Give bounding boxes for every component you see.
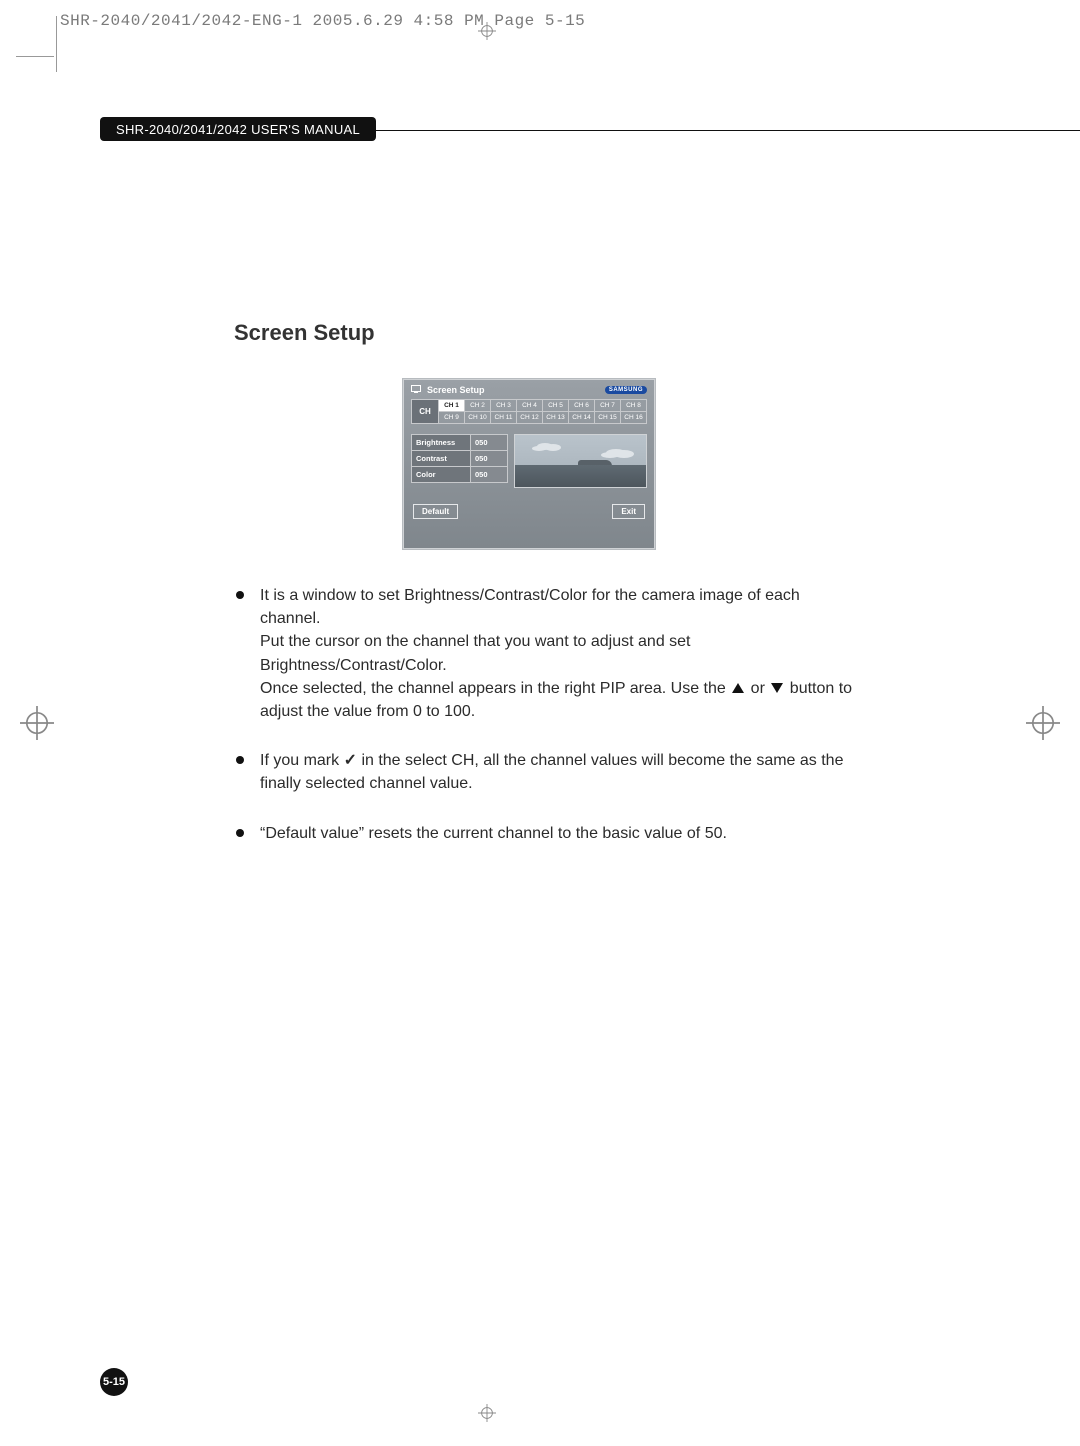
channel-cell[interactable]: CH 5 [543, 399, 569, 411]
section-heading: Screen Setup [234, 320, 375, 346]
default-button[interactable]: Default [413, 504, 458, 519]
text: or [751, 680, 770, 697]
channel-cell[interactable]: CH 6 [569, 399, 595, 411]
text: “Default value” resets the current chann… [260, 825, 727, 842]
param-label: Brightness [411, 434, 471, 451]
print-meta-header: SHR-2040/2041/2042-ENG-1 2005.6.29 4:58 … [60, 12, 585, 30]
channel-cell[interactable]: CH 3 [491, 399, 517, 411]
osd-title: Screen Setup [411, 385, 485, 395]
osd-screenshot: Screen Setup SAMSUNG CH CH 1 CH 2 CH 3 C… [402, 378, 656, 550]
param-label: Contrast [411, 451, 471, 467]
text: Put the cursor on the channel that you w… [260, 633, 691, 673]
monitor-icon [411, 385, 421, 395]
page-number-badge: 5-15 [100, 1368, 128, 1396]
channel-cell[interactable]: CH 10 [465, 411, 491, 424]
registration-mark-icon [478, 1404, 496, 1422]
registration-mark-icon [478, 22, 496, 40]
text: It is a window to set Brightness/Contras… [260, 587, 800, 627]
channel-cell[interactable]: CH 12 [517, 411, 543, 424]
text: Once selected, the channel appears in th… [260, 680, 730, 697]
channel-cell[interactable]: CH 11 [491, 411, 517, 424]
manual-title-pill: SHR-2040/2041/2042 USER'S MANUAL [100, 117, 376, 141]
trim-mark [56, 16, 57, 72]
osd-title-text: Screen Setup [427, 385, 485, 395]
channel-cell[interactable]: CH 4 [517, 399, 543, 411]
exit-button[interactable]: Exit [612, 504, 645, 519]
registration-mark-icon [20, 706, 54, 740]
brand-logo: SAMSUNG [605, 386, 647, 394]
param-label: Color [411, 467, 471, 483]
param-value[interactable]: 050 [471, 451, 508, 467]
channel-cell[interactable]: CH 16 [621, 411, 647, 424]
channel-cell[interactable]: CH 9 [439, 411, 465, 424]
channel-grid: CH 1 CH 2 CH 3 CH 4 CH 5 CH 6 CH 7 CH 8 … [439, 399, 647, 424]
param-value[interactable]: 050 [471, 434, 508, 451]
list-item: If you mark ✓ in the select CH, all the … [234, 749, 856, 795]
param-value[interactable]: 050 [471, 467, 508, 483]
registration-mark-icon [1026, 706, 1060, 740]
down-arrow-icon [771, 683, 783, 693]
ch-label: CH [411, 399, 439, 424]
text: If you mark [260, 752, 344, 769]
channel-cell[interactable]: CH 15 [595, 411, 621, 424]
channel-cell[interactable]: CH 1 [439, 399, 465, 411]
channel-cell[interactable]: CH 8 [621, 399, 647, 411]
header-rule: SHR-2040/2041/2042 USER'S MANUAL [100, 130, 1080, 153]
channel-cell[interactable]: CH 2 [465, 399, 491, 411]
body-text: It is a window to set Brightness/Contras… [234, 584, 856, 871]
pip-preview [514, 434, 647, 488]
list-item: “Default value” resets the current chann… [234, 822, 856, 845]
trim-mark [16, 56, 54, 57]
channel-cell[interactable]: CH 14 [569, 411, 595, 424]
channel-cell[interactable]: CH 13 [543, 411, 569, 424]
up-arrow-icon [732, 683, 744, 693]
param-table: Brightness 050 Contrast 050 Color 050 [411, 434, 508, 488]
check-icon: ✓ [344, 749, 357, 772]
list-item: It is a window to set Brightness/Contras… [234, 584, 856, 723]
channel-cell[interactable]: CH 7 [595, 399, 621, 411]
